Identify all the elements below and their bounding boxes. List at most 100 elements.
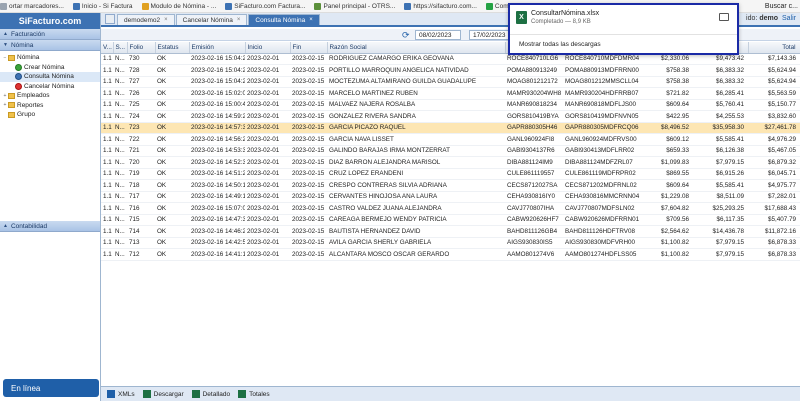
sidebar-item[interactable]: − Nómina	[0, 53, 100, 63]
section-nomina[interactable]: ▼ Nómina	[0, 40, 100, 51]
table-row[interactable]: 1.1 N... 722 OK 2023-02-16 14:56:28 2023-02-0…	[101, 133, 800, 146]
section-facturacion[interactable]: ▲ Facturación	[0, 29, 100, 40]
tab[interactable]: Consulta Nómina ×	[248, 14, 320, 25]
logout-link[interactable]: Salir	[782, 15, 796, 22]
section-contabilidad[interactable]: ▲ Contabilidad	[0, 221, 100, 232]
sidebar-item-label: Empleados	[17, 92, 50, 100]
table-cell: 2023-02-16 15:02:09	[189, 87, 245, 100]
download-file-name[interactable]: ConsultarNómina.xlsx	[531, 10, 599, 17]
column-header[interactable]: Inicio	[245, 42, 291, 54]
table-cell: N...	[113, 122, 127, 134]
bookmark-item[interactable]: SiFacturo.com Factura...	[225, 2, 305, 10]
table-row[interactable]: 1.1 N... 718 OK 2023-02-16 14:50:10 2023-02-0…	[101, 179, 800, 192]
column-header[interactable]: Fin	[290, 42, 328, 54]
table-cell: 2023-02-01	[245, 53, 290, 65]
table-cell: N...	[113, 248, 127, 261]
table-cell: CRUZ LOPEZ ERANDENI	[327, 168, 505, 180]
table-cell: CEHA930816IY0	[505, 191, 563, 203]
table-cell: 2023-02-15	[290, 133, 327, 146]
toolbar-button[interactable]: Descargar	[142, 390, 184, 398]
table-cell: GAPR880305MDFRCQ06	[563, 122, 643, 134]
table-cell: 2023-02-01	[245, 76, 290, 88]
column-header[interactable]: S...	[113, 42, 128, 54]
date-from-field[interactable]: 08/02/2023	[415, 30, 461, 40]
table-cell: 1.1	[101, 87, 113, 100]
table-cell: N...	[113, 191, 127, 203]
table-cell: $14,436.78	[693, 225, 748, 238]
table-row[interactable]: 1.1 N... 724 OK 2023-02-16 14:59:26 2023-02-0…	[101, 110, 800, 123]
table-row[interactable]: 1.1 N... 723 OK 2023-02-16 14:57:35 2023-02-0…	[101, 122, 800, 134]
table-row[interactable]: 1.1 N... 727 OK 2023-02-16 15:04:23 2023-02-0…	[101, 76, 800, 88]
table-row[interactable]: 1.1 N... 728 OK 2023-02-16 15:04:25 2023-02-0…	[101, 64, 800, 77]
sidebar-item[interactable]: Crear Nómina	[0, 63, 100, 73]
bookmark-item[interactable]: Inicio - Si Factura	[72, 2, 133, 10]
toolbar-button[interactable]: Detallado	[191, 390, 230, 398]
table-cell: MALVAEZ NAJERA ROSALBA	[327, 99, 505, 111]
table-cell: ALCANTARA MOSCO OSCAR GERARDO	[327, 248, 505, 261]
table-cell: OK	[155, 122, 189, 134]
section-label: Facturación	[10, 30, 45, 38]
table-row[interactable]: 1.1 N... 716 OK 2023-02-16 15:07:04 2023-02-0…	[101, 202, 800, 215]
column-header[interactable]: V...	[101, 42, 114, 54]
table-row[interactable]: 1.1 N... 726 OK 2023-02-16 15:02:09 2023-02-0…	[101, 87, 800, 100]
toolbar-button[interactable]: Totales	[238, 390, 270, 398]
home-icon[interactable]	[105, 14, 115, 24]
show-all-downloads-link[interactable]: Mostrar todas las descargas	[519, 41, 601, 48]
table-cell: MARCELO MARTINEZ RUBEN	[327, 87, 505, 100]
folder-icon[interactable]	[719, 13, 729, 21]
table-cell: $35,958.30	[693, 122, 748, 134]
table-row[interactable]: 1.1 N... 714 OK 2023-02-16 14:46:24 2023-02-0…	[101, 225, 800, 238]
table-row[interactable]: 1.1 N... 725 OK 2023-02-16 15:00:40 2023-02-0…	[101, 99, 800, 111]
table-cell: $758.38	[643, 76, 693, 88]
table-cell: $2,564.62	[643, 225, 693, 238]
table-row[interactable]: 1.1 N... 717 OK 2023-02-16 14:49:13 2023-02-0…	[101, 191, 800, 203]
column-header[interactable]: Total	[748, 42, 800, 54]
column-header[interactable]: Emisión	[189, 42, 246, 54]
table-row[interactable]: 1.1 N... 721 OK 2023-02-16 14:53:39 2023-02-0…	[101, 145, 800, 157]
table-row[interactable]: 1.1 N... 713 OK 2023-02-16 14:42:55 2023-02-0…	[101, 237, 800, 249]
table-cell: 2023-02-15	[290, 237, 327, 249]
sidebar-item[interactable]: + Reportes	[0, 101, 100, 111]
table-cell: $5,585.41	[693, 133, 748, 146]
close-icon[interactable]: ×	[237, 17, 241, 23]
table-cell: $6,879.32	[748, 156, 800, 169]
table-cell: 2023-02-15	[290, 156, 327, 169]
sidebar-item[interactable]: Consulta Nómina	[0, 72, 100, 82]
table-row[interactable]: 1.1 N... 720 OK 2023-02-16 14:52:30 2023-02-0…	[101, 156, 800, 169]
table-cell: CECS871202MDFRNL02	[563, 179, 643, 192]
bookmark-item[interactable]: Panel principal - OTRS...	[314, 2, 395, 10]
bookmark-item[interactable]: https://sifacturo.com...	[404, 2, 477, 10]
tab[interactable]: demodemo2 ×	[117, 14, 175, 25]
table-cell: 2023-02-01	[245, 202, 290, 215]
refresh-icon[interactable]: ⟳	[402, 30, 410, 41]
bookmark-item[interactable]: Modulo de Nómina - ...	[141, 2, 216, 10]
collapse-arrow-icon: ▲	[3, 223, 8, 229]
close-icon[interactable]: ×	[309, 17, 313, 23]
bookmark-item[interactable]: ortar marcadores...	[0, 2, 64, 10]
table-row[interactable]: 1.1 N... 712 OK 2023-02-16 14:41:19 2023-02-0…	[101, 248, 800, 261]
column-header[interactable]: Estatus	[155, 42, 190, 54]
table-cell: N...	[113, 110, 127, 123]
table-cell: GORS810419MDFNVN05	[563, 110, 643, 123]
table-row[interactable]: 1.1 N... 719 OK 2023-02-16 14:51:20 2023-02-0…	[101, 168, 800, 180]
column-header[interactable]: Razón Social	[327, 42, 506, 54]
table-cell: MANR690818234	[505, 99, 563, 111]
bookmark-icon	[225, 2, 233, 10]
sidebar-item[interactable]: Grupo	[0, 110, 100, 120]
close-icon[interactable]: ×	[164, 17, 168, 23]
sidebar-item[interactable]: + Empleados	[0, 91, 100, 101]
sidebar-item[interactable]: Cancelar Nómina	[0, 82, 100, 92]
tab[interactable]: Cancelar Nómina ×	[175, 14, 248, 25]
bookmark-icon	[0, 2, 7, 10]
table-cell: 1.1	[101, 168, 113, 180]
table-cell: OK	[155, 191, 189, 203]
table-cell: 2023-02-01	[245, 64, 290, 77]
table-cell: CASTRO VALDEZ JUANA ALEJANDRA	[327, 202, 505, 215]
table-cell: 1.1	[101, 145, 113, 157]
toolbar-button[interactable]: XMLs	[107, 390, 135, 398]
bookmark-item[interactable]: Buscar c...	[760, 0, 798, 12]
table-row[interactable]: 1.1 N... 715 OK 2023-02-16 14:47:32 2023-02-0…	[101, 214, 800, 226]
table-cell: 720	[127, 156, 155, 169]
table-cell: N...	[113, 87, 127, 100]
column-header[interactable]: Folio	[127, 42, 156, 54]
